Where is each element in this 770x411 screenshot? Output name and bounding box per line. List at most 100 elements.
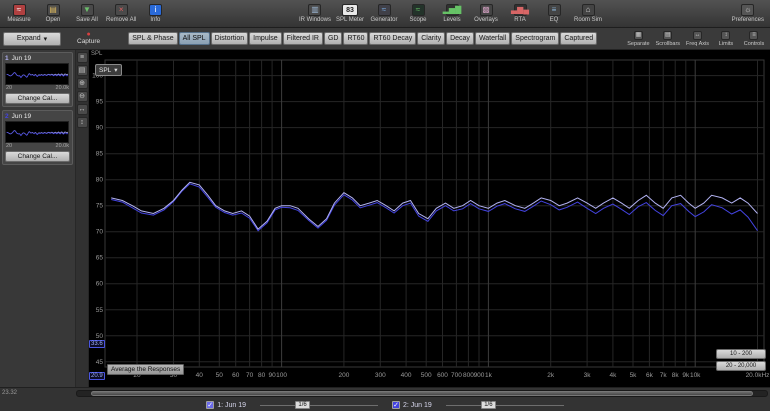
svg-text:75: 75 <box>96 203 104 210</box>
limits-icon: ↕ <box>721 31 730 40</box>
chevron-down-icon: ▾ <box>114 66 117 74</box>
pan-horizontal-icon[interactable]: ↔ <box>77 104 88 115</box>
svg-text:500: 500 <box>421 372 432 379</box>
svg-text:100: 100 <box>276 372 287 379</box>
svg-text:3k: 3k <box>584 372 592 379</box>
expand-label: Expand <box>17 35 41 42</box>
pan-vertical-icon[interactable]: ↕ <box>77 117 88 128</box>
separate-button[interactable]: ▦Separate <box>625 30 651 48</box>
freq-axis-button[interactable]: ↔Freq Axis <box>684 30 711 48</box>
open-icon: ▤ <box>47 4 60 16</box>
expand-button[interactable]: Expand ▾ <box>3 32 61 46</box>
h-scrollbar-thumb[interactable] <box>91 391 753 396</box>
range-20-20000-button[interactable]: 20 - 20,000 <box>716 361 766 371</box>
svg-text:300: 300 <box>375 372 386 379</box>
info-button[interactable]: iInfo <box>138 3 172 24</box>
trace-slider[interactable]: 1/6 <box>260 401 378 410</box>
svg-text:90: 90 <box>96 125 104 132</box>
generator-button[interactable]: ≈Generator <box>367 3 401 24</box>
svg-text:50: 50 <box>216 372 224 379</box>
svg-text:10k: 10k <box>690 372 701 379</box>
levels-button[interactable]: ▂▅▇Levels <box>435 3 469 24</box>
tab-captured[interactable]: Captured <box>560 32 597 45</box>
tab-impulse[interactable]: Impulse <box>249 32 282 45</box>
freq-axis-label: Freq Axis <box>686 41 709 47</box>
axis-handle-lower[interactable]: 20.9 <box>89 372 105 380</box>
spl-graph-area: 1009590858075706560555045203040506070809… <box>89 50 770 387</box>
scroll-row: 23.32 <box>0 388 770 398</box>
limits-label: Limits <box>719 41 733 47</box>
graph-type-select[interactable]: SPL ▾ <box>95 64 122 76</box>
tab-clarity[interactable]: Clarity <box>417 32 445 45</box>
range-10-200-button[interactable]: 10 - 200 <box>716 349 766 359</box>
change-cal-button[interactable]: Change Cal... <box>5 151 70 162</box>
graph-tab-bar: Expand ▾ ● Capture SPL & PhaseAll SPLDis… <box>0 28 770 50</box>
measurement-item[interactable]: 2Jun 192020.0kChange Cal... <box>2 110 73 165</box>
save-all-icon: ▼ <box>81 4 94 16</box>
controls-label: Controls <box>744 41 764 47</box>
thumbnail-freq-max: 20.0k <box>56 85 69 91</box>
tab-rt60[interactable]: RT60 <box>343 32 368 45</box>
graph-view-buttons: ▦Separate▤Scrollbars↔Freq Axis↕Limits≡Co… <box>625 30 767 48</box>
measurement-number: 2 <box>5 113 9 120</box>
measurements-sidebar: 1Jun 192020.0kChange Cal...2Jun 192020.0… <box>0 50 76 387</box>
menu-icon[interactable]: ≡ <box>77 52 88 63</box>
tab-spl-phase[interactable]: SPL & Phase <box>128 32 177 45</box>
tab-all-spl[interactable]: All SPL <box>179 32 210 45</box>
open-label: Open <box>46 17 61 23</box>
tab-gd[interactable]: GD <box>324 32 343 45</box>
limits-button[interactable]: ↕Limits <box>713 30 739 48</box>
tab-decay[interactable]: Decay <box>446 32 474 45</box>
rta-button[interactable]: ▃▆▄RTA <box>503 3 537 24</box>
svg-text:45: 45 <box>96 359 104 366</box>
trace-slider[interactable]: 1/6 <box>446 401 564 410</box>
tab-waterfall[interactable]: Waterfall <box>475 32 510 45</box>
scrollbars-button[interactable]: ▤Scrollbars <box>654 30 682 48</box>
legend-checkbox[interactable]: ✓ <box>392 401 400 409</box>
zoom-in-icon[interactable]: ⊕ <box>77 78 88 89</box>
eq-button[interactable]: ≡EQ <box>537 3 571 24</box>
measurement-thumbnail <box>5 121 69 143</box>
measurement-list: 1Jun 192020.0kChange Cal...2Jun 192020.0… <box>2 52 73 165</box>
ir-windows-label: IR Windows <box>299 17 331 23</box>
tab-rt60-decay[interactable]: RT60 Decay <box>369 32 416 45</box>
tab-filtered-ir[interactable]: Filtered IR <box>283 32 323 45</box>
legend-checkbox[interactable]: ✓ <box>206 401 214 409</box>
axis-handle-upper[interactable]: 33.6 <box>89 340 105 348</box>
capture-button[interactable]: ● Capture <box>77 31 100 45</box>
rew-window: ≈Measure▤Open▼Save All×Remove AlliInfo ▥… <box>0 0 770 411</box>
record-icon: ● <box>86 31 90 38</box>
rta-label: RTA <box>514 17 525 23</box>
spl-frequency-plot[interactable]: 1009590858075706560555045203040506070809… <box>89 50 770 387</box>
spl-meter-button[interactable]: 83SPL Meter <box>333 3 367 24</box>
overlays-label: Overlays <box>474 17 498 23</box>
change-cal-button[interactable]: Change Cal... <box>5 93 70 104</box>
toolbar-left-group: ≈Measure▤Open▼Save All×Remove AlliInfo <box>0 3 172 24</box>
svg-text:70: 70 <box>96 229 104 236</box>
layout-icon[interactable]: ▤ <box>77 65 88 76</box>
overlays-button[interactable]: ▩Overlays <box>469 3 503 24</box>
separate-label: Separate <box>627 41 649 47</box>
measurement-item[interactable]: 1Jun 192020.0kChange Cal... <box>2 52 73 107</box>
legend-item[interactable]: ✓1: Jun 19 <box>206 401 246 409</box>
svg-text:80: 80 <box>96 177 104 184</box>
graph-tabs: SPL & PhaseAll SPLDistortionImpulseFilte… <box>128 32 597 45</box>
ir-windows-button[interactable]: ▥IR Windows <box>297 3 333 24</box>
save-all-button[interactable]: ▼Save All <box>70 3 104 24</box>
preferences-button[interactable]: ☼ Preferences <box>730 3 766 24</box>
svg-text:70: 70 <box>246 372 254 379</box>
h-scrollbar[interactable] <box>76 390 768 397</box>
controls-button[interactable]: ≡Controls <box>741 30 767 48</box>
open-button[interactable]: ▤Open <box>36 3 70 24</box>
legend-item[interactable]: ✓2: Jun 19 <box>392 401 432 409</box>
measure-button[interactable]: ≈Measure <box>2 3 36 24</box>
average-responses-button[interactable]: Average the Responses <box>107 364 184 375</box>
room-sim-button[interactable]: ⌂Room Sim <box>571 3 605 24</box>
svg-text:95: 95 <box>96 99 104 106</box>
tab-spectrogram[interactable]: Spectrogram <box>511 32 559 45</box>
tab-distortion[interactable]: Distortion <box>211 32 249 45</box>
trace-legend: ✓1: Jun 19 1/6 ✓2: Jun 19 1/6 <box>0 398 770 411</box>
zoom-out-icon[interactable]: ⊖ <box>77 91 88 102</box>
remove-all-button[interactable]: ×Remove All <box>104 3 138 24</box>
scope-button[interactable]: ≈Scope <box>401 3 435 24</box>
